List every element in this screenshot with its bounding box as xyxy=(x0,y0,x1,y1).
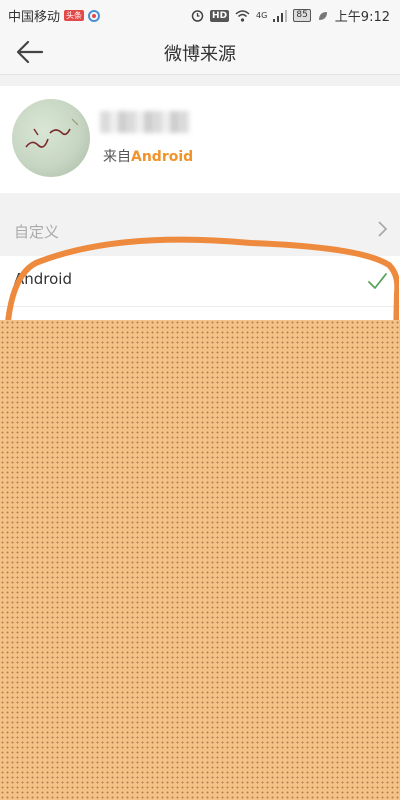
status-bar: 中国移动 头条 HD 4G 85 上午9:12 xyxy=(0,0,400,28)
avatar-scribble-image xyxy=(25,118,79,148)
checkmark-icon xyxy=(368,273,387,289)
option-android[interactable]: Android xyxy=(0,256,400,307)
carrier-badge: 头条 xyxy=(64,10,85,21)
avatar[interactable] xyxy=(12,99,90,177)
battery-indicator: 85 xyxy=(293,9,311,22)
option-label: Android xyxy=(14,270,72,288)
status-bar-left: 中国移动 头条 xyxy=(8,6,101,25)
status-bar-right: HD 4G 85 上午9:12 xyxy=(191,6,390,25)
source-value: Android xyxy=(131,149,194,165)
custom-label: 自定义 xyxy=(14,223,60,241)
username-blurred xyxy=(100,111,190,133)
alarm-icon xyxy=(191,10,204,22)
carrier-name: 中国移动 xyxy=(8,10,61,25)
source-line: 来自Android xyxy=(103,146,193,166)
app-notification-icon xyxy=(88,9,101,22)
nav-bar: 微博来源 xyxy=(0,28,400,75)
chevron-right-icon xyxy=(378,221,388,237)
leaf-icon xyxy=(318,11,327,20)
network-type: 4G xyxy=(256,11,268,20)
source-prefix: 来自 xyxy=(103,149,131,165)
custom-source-row[interactable]: 自定义 xyxy=(0,207,400,253)
clock: 上午9:12 xyxy=(334,10,390,25)
redaction-overlay xyxy=(0,320,400,800)
signal-icon xyxy=(273,9,288,22)
profile-card: 来自Android xyxy=(0,86,400,193)
hd-badge: HD xyxy=(210,9,230,22)
page-title: 微博来源 xyxy=(164,44,236,65)
wifi-icon xyxy=(235,9,250,22)
